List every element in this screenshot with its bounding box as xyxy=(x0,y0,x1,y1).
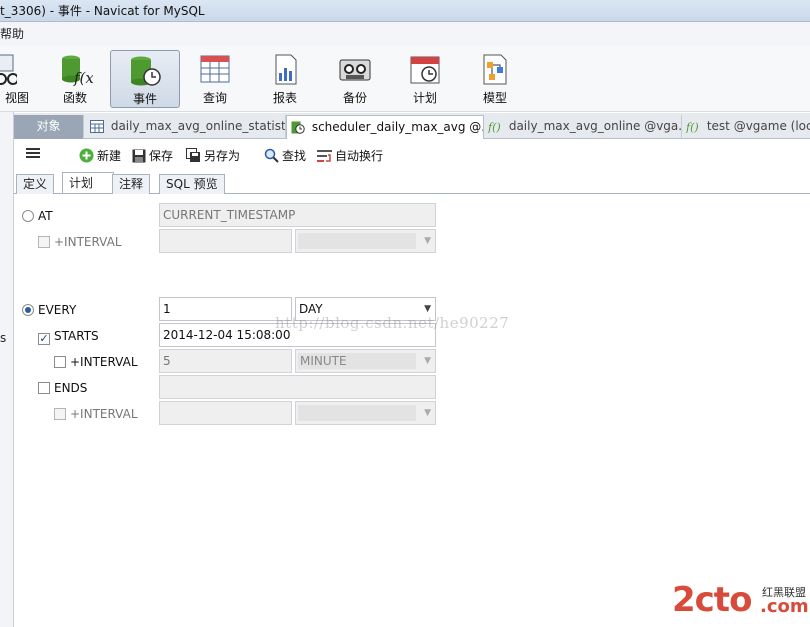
event-icon xyxy=(131,56,161,86)
document-tab-bar: 对象 daily_max_avg_online_statist... sched… xyxy=(14,113,810,139)
checkbox-unchecked-icon xyxy=(54,356,66,368)
tab-function-test[interactable]: f() test @vgame (loc xyxy=(682,115,810,139)
window-title: t_3306) - 事件 - Navicat for MySQL xyxy=(0,4,205,18)
svg-text:f(x): f(x) xyxy=(73,69,93,87)
starts-interval-unit-select[interactable]: MINUTE ▼ xyxy=(295,349,436,373)
svg-text:f(): f() xyxy=(488,121,501,133)
window-title-bar: t_3306) - 事件 - Navicat for MySQL xyxy=(0,0,810,22)
tab-objects[interactable]: 对象 xyxy=(14,115,84,139)
backup-icon xyxy=(339,59,371,81)
subtab-schedule[interactable]: 计划 xyxy=(62,172,114,193)
at-interval-value-field[interactable] xyxy=(159,229,292,253)
radio-on-icon xyxy=(22,304,34,316)
every-value-field[interactable]: 1 xyxy=(159,297,292,321)
starts-checkbox[interactable]: ✓ STARTS xyxy=(38,329,99,345)
toolbar-schedule-button[interactable]: 计划 xyxy=(390,50,460,108)
save-button[interactable]: 保存 xyxy=(132,147,173,164)
schedule-icon xyxy=(410,56,440,84)
at-interval-unit-select[interactable]: ▼ xyxy=(295,229,436,253)
checkbox-checked-icon: ✓ xyxy=(38,332,50,345)
ends-datetime-field[interactable] xyxy=(159,375,436,399)
toolbar-view-button[interactable]: 视图 xyxy=(0,50,34,108)
checkbox-unchecked-icon xyxy=(38,382,50,394)
svg-text:f(): f() xyxy=(686,121,699,133)
radio-off-icon xyxy=(22,210,34,222)
checkbox-unchecked-icon xyxy=(54,408,66,420)
menu-bar: 帮助 xyxy=(0,22,810,46)
starts-interval-checkbox[interactable]: +INTERVAL xyxy=(54,355,138,369)
ends-interval-checkbox[interactable]: +INTERVAL xyxy=(54,407,138,421)
toolbar-backup-button[interactable]: 备份 xyxy=(320,50,390,108)
checkbox-unchecked-icon xyxy=(38,236,50,248)
toolbar-query-button[interactable]: 查询 xyxy=(180,50,250,108)
subtab-sql-preview[interactable]: SQL 预览 xyxy=(159,174,225,194)
editor-toolbar: 新建 保存 另存为 查找 自动换行 xyxy=(14,140,810,170)
tab-scheduler-daily-max-avg[interactable]: scheduler_daily_max_avg @... xyxy=(286,115,484,139)
ends-checkbox[interactable]: ENDS xyxy=(38,381,87,395)
table-icon xyxy=(90,120,104,133)
blog-watermark: http://blog.csdn.net/he90227 xyxy=(275,314,510,332)
menu-icon xyxy=(26,148,40,158)
toolbar-function-button[interactable]: f(x) 函数 xyxy=(40,50,110,108)
chevron-down-icon: ▼ xyxy=(424,408,431,418)
hamburger-menu-button[interactable] xyxy=(26,146,43,160)
report-icon xyxy=(275,54,297,85)
at-radio[interactable]: AT xyxy=(22,209,53,223)
save-as-button[interactable]: 另存为 xyxy=(186,147,240,164)
every-radio[interactable]: EVERY xyxy=(22,303,76,317)
chevron-down-icon: ▼ xyxy=(424,236,431,246)
select-placeholder xyxy=(298,233,416,249)
word-wrap-button[interactable]: 自动换行 xyxy=(317,147,383,164)
at-interval-checkbox[interactable]: +INTERVAL xyxy=(38,235,122,249)
toolbar-model-button[interactable]: 模型 xyxy=(460,50,530,108)
left-edge-text: s xyxy=(0,331,7,345)
ends-interval-unit-select[interactable]: ▼ xyxy=(295,401,436,425)
main-toolbar: 视图 f(x) 函数 事件 查询 xyxy=(0,46,810,112)
subtab-definition[interactable]: 定义 xyxy=(16,174,55,194)
toolbar-event-button[interactable]: 事件 xyxy=(110,50,180,108)
tab-function-daily-max-avg-online[interactable]: f() daily_max_avg_online @vga... xyxy=(484,115,682,139)
view-icon xyxy=(0,54,17,85)
save-as-icon xyxy=(186,148,200,162)
left-panel-edge: s xyxy=(0,112,14,627)
logo-main-text: 2cto xyxy=(672,580,752,620)
query-icon xyxy=(200,55,230,83)
save-icon xyxy=(132,149,146,163)
function-icon-small: f() xyxy=(685,121,699,134)
chevron-down-icon: ▼ xyxy=(424,356,431,366)
menu-help[interactable]: 帮助 xyxy=(0,27,24,41)
add-icon xyxy=(79,148,94,163)
editor-subtabs: 定义 计划 注释 SQL 预览 xyxy=(14,172,810,194)
find-button[interactable]: 查找 xyxy=(264,147,306,164)
site-logo: 2cto 红黑联盟 .com xyxy=(672,580,810,620)
logo-tld-text: .com xyxy=(760,596,809,617)
at-value-field[interactable]: CURRENT_TIMESTAMP xyxy=(159,203,436,227)
event-clock-icon xyxy=(291,121,305,134)
model-icon xyxy=(483,54,507,85)
subtab-comment[interactable]: 注释 xyxy=(112,174,151,194)
new-button[interactable]: 新建 xyxy=(79,147,121,164)
ends-interval-value-field[interactable] xyxy=(159,401,292,425)
starts-interval-value-field[interactable]: 5 xyxy=(159,349,292,373)
schedule-panel: AT CURRENT_TIMESTAMP +INTERVAL ▼ EVERY 1… xyxy=(14,195,810,627)
tab-table-daily-max-avg-online-statist[interactable]: daily_max_avg_online_statist... xyxy=(86,115,286,139)
toolbar-report-button[interactable]: 报表 xyxy=(250,50,320,108)
select-placeholder xyxy=(298,405,416,421)
word-wrap-icon xyxy=(317,150,332,162)
function-icon-small: f() xyxy=(487,121,501,134)
function-icon: f(x) xyxy=(62,55,93,87)
search-icon xyxy=(264,148,279,163)
